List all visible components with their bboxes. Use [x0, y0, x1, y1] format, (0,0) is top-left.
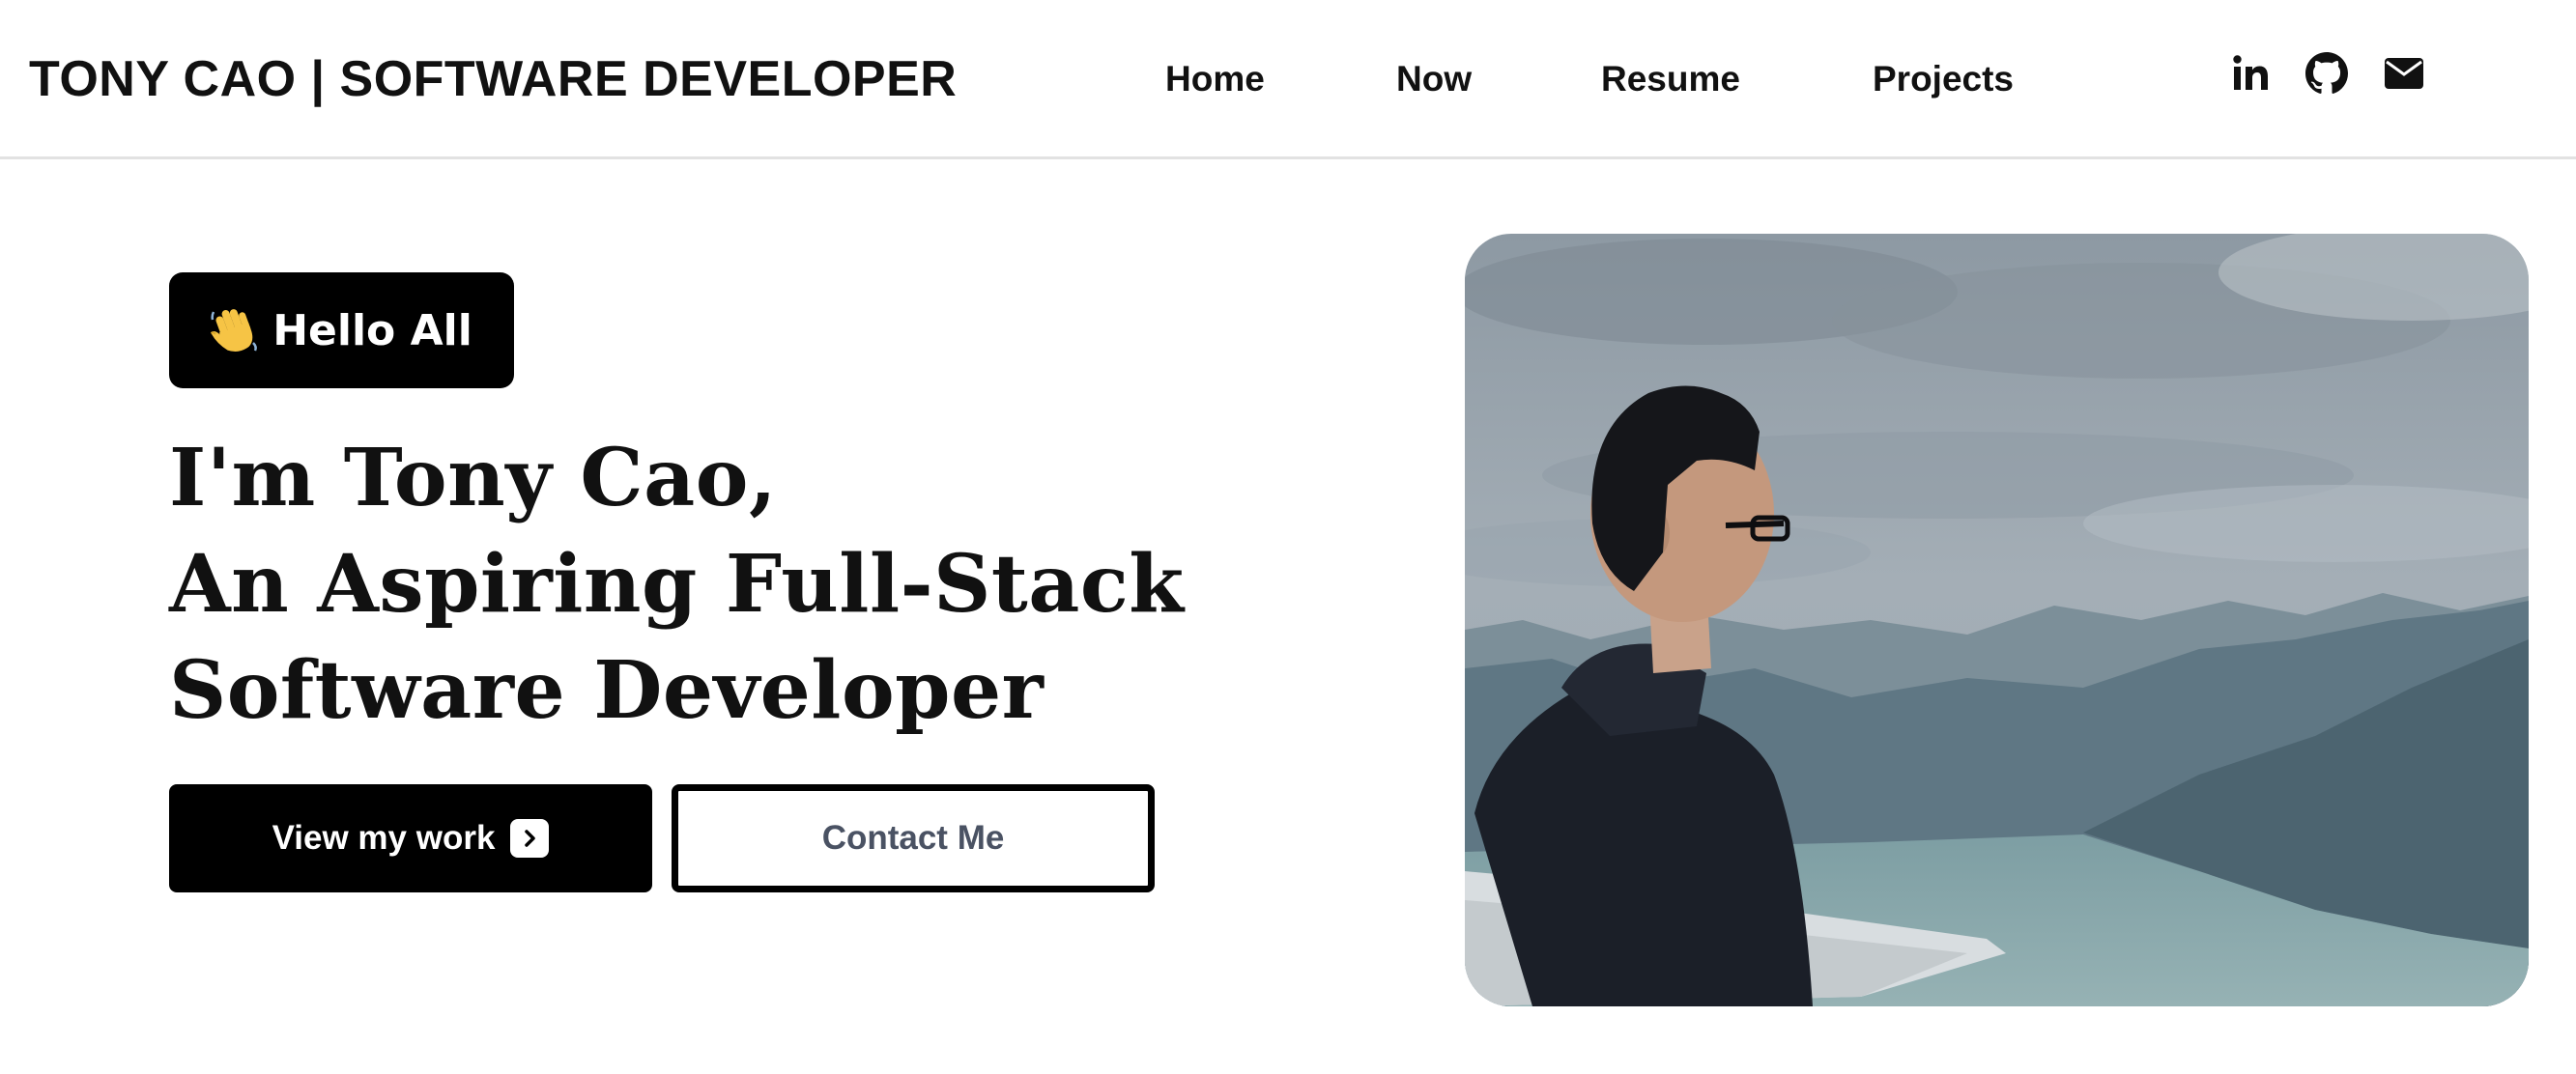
nav-link-resume[interactable]: Resume [1601, 56, 1740, 102]
linkedin-icon[interactable] [2228, 50, 2275, 97]
hero-photo [1465, 234, 2529, 1006]
greeting-badge: Hello All [169, 272, 514, 388]
nav-link-projects[interactable]: Projects [1873, 56, 2014, 102]
headline-line-3: Software Developer [169, 644, 1045, 737]
nav-link-now[interactable]: Now [1396, 56, 1472, 102]
waving-hand-icon [211, 304, 259, 356]
mail-icon[interactable] [2381, 50, 2427, 97]
contact-me-button[interactable]: Contact Me [672, 784, 1155, 892]
greeting-label: Hello All [272, 305, 472, 355]
site-header: TONY CAO | SOFTWARE DEVELOPER Home Now R… [0, 0, 2576, 159]
headline-line-1: I'm Tony Cao, [169, 432, 778, 524]
site-brand[interactable]: TONY CAO | SOFTWARE DEVELOPER [29, 48, 957, 110]
nav-link-home[interactable]: Home [1165, 56, 1265, 102]
github-icon[interactable] [2304, 50, 2350, 97]
hero-headline: I'm Tony Cao, An Aspiring Full-Stack Sof… [169, 425, 1185, 744]
contact-me-label: Contact Me [821, 819, 1005, 857]
view-my-work-button[interactable]: View my work [169, 784, 652, 892]
view-my-work-label: View my work [272, 819, 496, 857]
chevron-right-icon [510, 819, 550, 858]
headline-line-2: An Aspiring Full-Stack [169, 538, 1185, 631]
